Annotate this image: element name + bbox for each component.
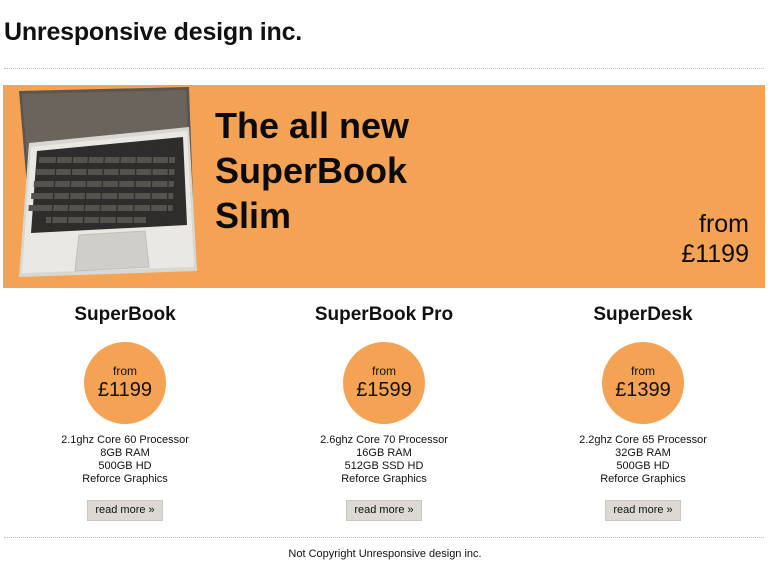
hero-headline-line-1: The all new — [215, 105, 410, 146]
hero-price: from £1199 — [681, 209, 749, 269]
spec-item: Reforce Graphics — [600, 473, 686, 485]
price-amount: £1599 — [356, 379, 412, 401]
read-more-button[interactable]: read more » — [605, 500, 681, 521]
price-prefix: from — [113, 364, 137, 378]
product-card-superdesk: SuperDesk from £1399 2.2ghz Core 65 Proc… — [523, 300, 763, 521]
spec-list: 2.6ghz Core 70 Processor 16GB RAM 512GB … — [264, 434, 504, 486]
spec-list: 2.1ghz Core 60 Processor 8GB RAM 500GB H… — [5, 434, 245, 486]
footer-divider — [4, 537, 764, 538]
spec-item: 16GB RAM — [356, 447, 412, 459]
header-divider — [4, 68, 764, 69]
spec-item: 500GB HD — [98, 460, 152, 472]
hero-banner: The all new SuperBook Slim from £1199 — [3, 85, 765, 288]
spec-item: Reforce Graphics — [82, 473, 168, 485]
product-card-superbook-pro: SuperBook Pro from £1599 2.6ghz Core 70 … — [264, 300, 504, 521]
product-name: SuperDesk — [593, 304, 693, 325]
footer-text: Not Copyright Unresponsive design inc. — [288, 548, 482, 560]
spec-item: 2.6ghz Core 70 Processor — [320, 434, 448, 446]
spec-list: 2.2ghz Core 65 Processor 32GB RAM 500GB … — [523, 434, 763, 486]
spec-item: 512GB SSD HD — [344, 460, 424, 472]
site-title: Unresponsive design inc. — [4, 18, 303, 46]
read-more-button[interactable]: read more » — [87, 500, 163, 521]
spec-item: 2.1ghz Core 60 Processor — [61, 434, 189, 446]
spec-item: 8GB RAM — [100, 447, 150, 459]
hero-price-amount: £1199 — [681, 240, 749, 268]
price-badge: from £1599 — [343, 342, 425, 424]
product-card-superbook: SuperBook from £1199 2.1ghz Core 60 Proc… — [5, 300, 245, 521]
hero-headline: The all new SuperBook Slim — [215, 103, 475, 238]
price-badge: from £1199 — [84, 342, 166, 424]
spec-item: 2.2ghz Core 65 Processor — [579, 434, 707, 446]
product-name: SuperBook Pro — [314, 304, 454, 325]
price-amount: £1399 — [615, 379, 671, 401]
price-amount: £1199 — [97, 379, 153, 401]
hero-headline-line-2: SuperBook — [215, 150, 408, 191]
hero-price-prefix: from — [699, 210, 749, 238]
product-name: SuperBook — [74, 304, 176, 325]
read-more-button[interactable]: read more » — [346, 500, 422, 521]
spec-item: Reforce Graphics — [341, 473, 427, 485]
spec-item: 32GB RAM — [615, 447, 671, 459]
price-prefix: from — [372, 364, 396, 378]
hero-headline-line-3: Slim — [215, 195, 292, 236]
spec-item: 500GB HD — [616, 460, 670, 472]
laptop-image — [19, 87, 197, 277]
price-prefix: from — [631, 364, 655, 378]
price-badge: from £1399 — [602, 342, 684, 424]
